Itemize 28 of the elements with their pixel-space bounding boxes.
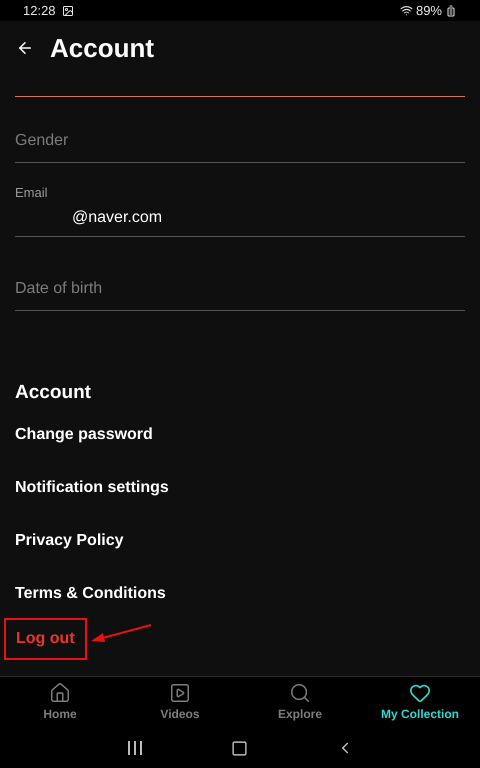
status-time: 12:28 — [23, 2, 56, 20]
nav-tab[interactable]: My Collection — [360, 677, 480, 728]
email-field[interactable]: Email @naver.com — [15, 177, 465, 237]
menu-item[interactable]: Notification settings — [15, 476, 169, 500]
heart-icon — [409, 682, 431, 704]
field-label: Email — [15, 184, 49, 202]
search-icon — [289, 682, 311, 704]
battery-icon — [445, 4, 457, 16]
menu-item[interactable]: Privacy Policy — [15, 528, 124, 552]
home-button-icon[interactable] — [230, 740, 248, 756]
recent-apps-icon[interactable] — [126, 741, 142, 755]
menu-item[interactable]: Terms & Conditions — [15, 582, 166, 606]
home-icon — [49, 682, 71, 704]
text-field[interactable]: Gender — [15, 119, 465, 163]
menu-item[interactable]: Change password — [15, 422, 153, 446]
section-title: Account — [15, 381, 92, 405]
image-icon — [62, 4, 74, 16]
nav-tab[interactable]: Home — [0, 677, 120, 728]
back-button[interactable] — [16, 39, 34, 57]
page-title: Account — [50, 32, 154, 64]
log-out-button[interactable]: Log out — [4, 618, 87, 660]
nav-tab[interactable]: Videos — [120, 677, 240, 728]
text-field[interactable]: Date of birth — [15, 267, 465, 311]
annotation-arrow — [88, 622, 153, 642]
field-value: @naver.com — [71, 208, 164, 228]
play-icon — [169, 682, 191, 704]
battery-level: 89% — [416, 2, 442, 20]
nav-tab[interactable]: Explore — [240, 677, 360, 728]
